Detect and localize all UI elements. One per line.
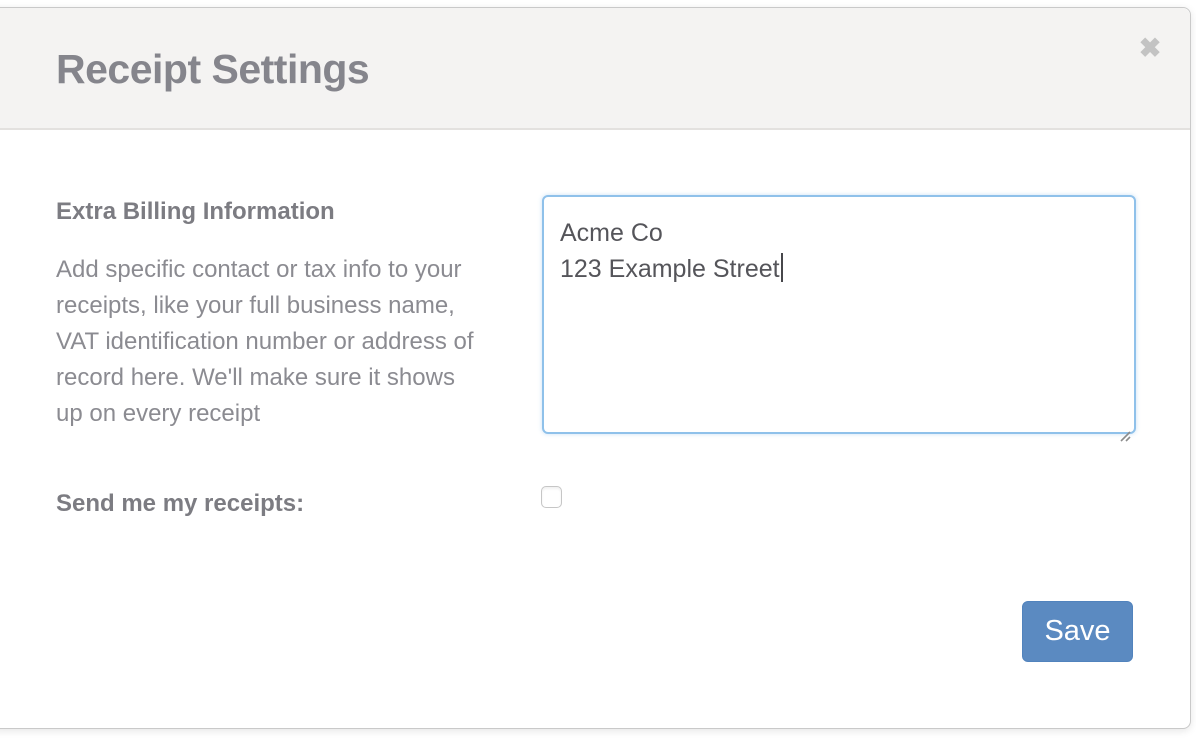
extra-billing-label: Extra Billing Information: [56, 198, 335, 226]
close-icon: ✖: [1139, 33, 1162, 63]
close-button[interactable]: ✖: [1132, 30, 1168, 66]
extra-billing-description: Add specific contact or tax info to your…: [56, 252, 484, 432]
send-receipts-label: Send me my receipts:: [56, 490, 304, 518]
text-caret: [781, 253, 783, 282]
extra-billing-textarea[interactable]: Acme Co 123 Example Street: [542, 195, 1136, 434]
resize-grip-icon[interactable]: [1118, 416, 1131, 429]
page-title: Receipt Settings: [56, 46, 369, 93]
textarea-line: 123 Example Street: [560, 251, 1118, 287]
send-receipts-checkbox[interactable]: [541, 486, 562, 508]
receipt-settings-modal: Receipt Settings ✖ Extra Billing Informa…: [0, 7, 1191, 729]
textarea-line: Acme Co: [560, 215, 1118, 251]
save-button[interactable]: Save: [1022, 601, 1133, 662]
modal-body: Extra Billing Information Add specific c…: [0, 130, 1190, 728]
modal-header: Receipt Settings ✖: [0, 8, 1190, 130]
